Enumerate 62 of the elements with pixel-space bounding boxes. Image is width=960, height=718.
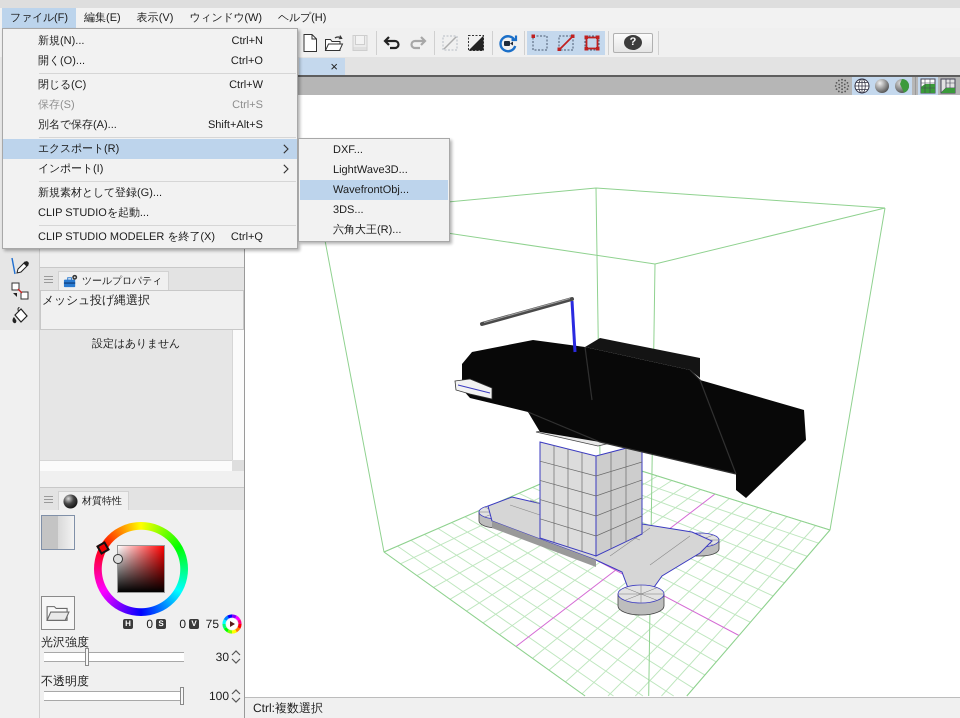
saturation-value-square[interactable]: [117, 545, 165, 593]
menu-item[interactable]: LightWave3D...: [300, 160, 448, 180]
spinner-icon[interactable]: [231, 688, 241, 704]
color-picker-handle[interactable]: [113, 554, 123, 564]
no-settings-message: 設定はありません: [92, 338, 180, 350]
slider-thumb[interactable]: [180, 687, 184, 705]
hsv-label: H: [123, 619, 133, 629]
shortcut-label: Ctrl+O: [230, 54, 263, 69]
material-preview: [41, 515, 75, 550]
horizontal-scrollbar[interactable]: [40, 460, 232, 471]
menu-item[interactable]: DXF...: [300, 140, 448, 160]
status-text: Ctrl:複数選択: [253, 701, 323, 715]
slider-label: 光沢強度: [41, 635, 90, 649]
menu-item[interactable]: エクスポート(R): [3, 139, 297, 159]
slider-value: 100: [208, 688, 229, 705]
menu-item[interactable]: CLIP STUDIOを起動...: [3, 203, 297, 223]
menu-bar-item[interactable]: ファイル(F): [2, 8, 76, 28]
menu-item[interactable]: WavefrontObj...: [300, 180, 448, 200]
menu-item[interactable]: 六角大王(R)...: [300, 220, 448, 240]
menu-item[interactable]: 開く(O)... Ctrl+O: [3, 51, 297, 71]
menu-item[interactable]: CLIP STUDIO MODELER を終了(X) Ctrl+Q: [3, 227, 297, 247]
toolbox-icon: [63, 274, 78, 288]
document-tab[interactable]: ×: [299, 58, 345, 75]
panel-tab[interactable]: 材質特性: [58, 491, 129, 510]
shortcut-label: Ctrl+Q: [230, 230, 263, 245]
menu-bar-item[interactable]: 編集(E): [76, 8, 129, 28]
help-button[interactable]: ?: [613, 32, 653, 52]
hsv-label: S: [156, 619, 166, 629]
close-tab-button[interactable]: ×: [328, 59, 340, 74]
sphere-icon: [63, 494, 78, 508]
folder-button[interactable]: [41, 596, 75, 630]
menu-item[interactable]: 別名で保存(A)... Shift+Alt+S: [3, 115, 297, 135]
color-ring-icon[interactable]: [222, 614, 242, 634]
scrollbar-corner: [232, 460, 244, 471]
menu-bar-item[interactable]: ヘルプ(H): [270, 8, 334, 28]
folder-icon[interactable]: [45, 603, 71, 623]
slider-value: 30: [214, 649, 229, 666]
slider-thumb[interactable]: [84, 648, 89, 666]
hsv-value: 75: [204, 616, 219, 633]
shortcut-label: Ctrl+S: [232, 98, 263, 113]
menu-bar-item[interactable]: ウィンドウ(W): [181, 8, 270, 28]
menu-item[interactable]: 新規(N)... Ctrl+N: [3, 31, 297, 51]
menu-bar-item[interactable]: 表示(V): [128, 8, 182, 28]
paint-bucket-icon[interactable]: [10, 306, 30, 326]
shortcut-label: Shift+Alt+S: [208, 118, 263, 133]
hsv-value: 0: [145, 616, 153, 633]
hsv-label: V: [189, 619, 199, 629]
shortcut-label: Ctrl+W: [229, 78, 263, 93]
shortcut-label: Ctrl+N: [232, 34, 263, 49]
menu-item[interactable]: インポート(I): [3, 159, 297, 179]
squares-arrow-icon[interactable]: [10, 280, 30, 300]
pen-icon[interactable]: [10, 256, 30, 276]
menu-item[interactable]: 閉じる(C) Ctrl+W: [3, 75, 297, 95]
hue-handle[interactable]: [96, 541, 110, 555]
slider-label: 不透明度: [41, 674, 90, 688]
hsv-value: 0: [178, 616, 186, 633]
menu-item[interactable]: 3DS...: [300, 200, 448, 220]
vertical-scrollbar[interactable]: [232, 330, 244, 460]
tool-name-display: メッシュ投げ縄選択: [40, 290, 244, 330]
spinner-icon[interactable]: [231, 649, 241, 665]
panel-tab[interactable]: ツールプロパティ: [58, 271, 169, 290]
menu-item[interactable]: 新規素材として登録(G)...: [3, 183, 297, 203]
